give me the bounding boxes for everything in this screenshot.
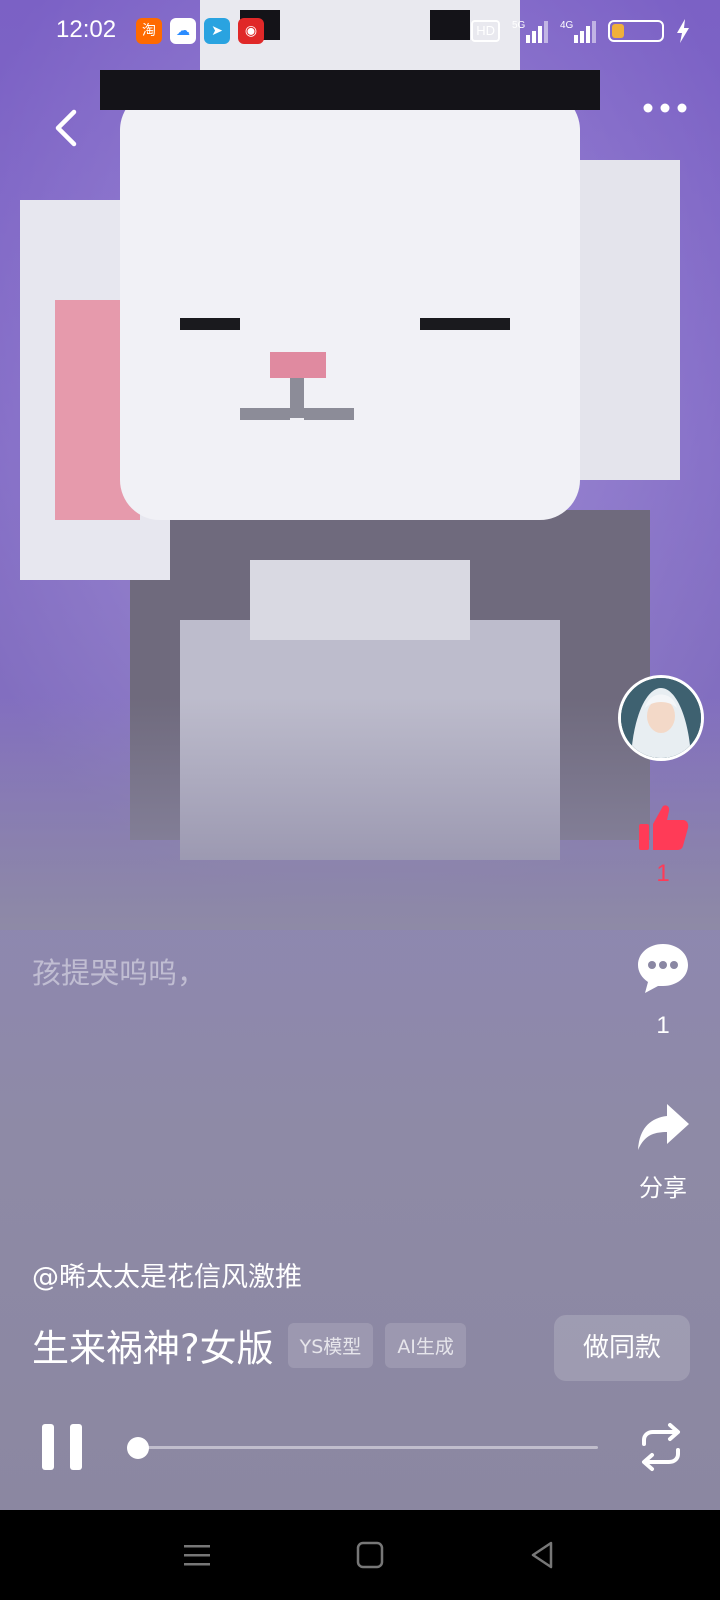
signal-4g-label: 4G — [560, 20, 574, 31]
more-options-icon[interactable] — [640, 98, 690, 118]
loop-icon[interactable] — [636, 1422, 686, 1472]
progress-knob[interactable] — [127, 1437, 149, 1459]
progress-slider[interactable] — [127, 1437, 598, 1459]
share-arrow-icon — [638, 1104, 689, 1150]
status-bar: 12:02 淘 ☁ ➤ ◉ HD 5G 4G — [0, 0, 720, 64]
signal-5g-icon: 5G — [512, 20, 548, 43]
pause-button[interactable] — [40, 1424, 84, 1470]
like-button[interactable]: 1 — [626, 800, 700, 888]
video-caption: 孩提哭呜呜， — [32, 956, 207, 990]
tag-ys-model[interactable]: YS模型 — [287, 1322, 374, 1368]
tag-ai-generated[interactable]: AI生成 — [385, 1322, 466, 1368]
author-avatar[interactable] — [618, 675, 704, 761]
signal-5g-label: 5G — [512, 20, 526, 31]
comment-count: 1 — [656, 1012, 670, 1039]
author-name[interactable]: @晞太太是花信风激推 — [32, 1255, 302, 1294]
avatar-image — [621, 678, 701, 758]
share-label: 分享 — [639, 1174, 687, 1202]
taobao-icon: 淘 — [136, 18, 162, 44]
system-navigation-bar — [0, 1510, 720, 1600]
title-row: 生来祸神?女版 YS模型 AI生成 — [32, 1318, 466, 1372]
charging-icon — [677, 19, 689, 43]
signal-4g-icon: 4G — [560, 20, 596, 43]
video-title: 生来祸神?女版 — [32, 1327, 274, 1370]
hd-voice-icon: HD — [471, 20, 500, 42]
netease-music-icon: ◉ — [238, 18, 264, 44]
cloud-app-icon: ☁ — [170, 18, 196, 44]
pause-bar-left — [42, 1424, 54, 1470]
telegram-icon: ➤ — [204, 18, 230, 44]
comment-bubble-icon — [638, 944, 688, 993]
status-time: 12:02 — [56, 16, 117, 43]
make-same-button[interactable]: 做同款 — [554, 1315, 690, 1381]
battery-level — [612, 24, 624, 38]
back-nav-icon[interactable] — [525, 1538, 559, 1572]
share-button[interactable]: 分享 — [626, 1100, 700, 1203]
back-arrow-icon[interactable] — [44, 104, 92, 152]
like-count: 1 — [656, 860, 670, 887]
pause-bar-right — [70, 1424, 82, 1470]
thumbs-up-icon — [639, 805, 689, 850]
battery-icon — [608, 20, 664, 42]
menu-icon[interactable] — [180, 1538, 214, 1572]
comment-button[interactable]: 1 — [626, 940, 700, 1040]
video-artwork — [0, 0, 720, 930]
home-icon[interactable] — [353, 1538, 387, 1572]
